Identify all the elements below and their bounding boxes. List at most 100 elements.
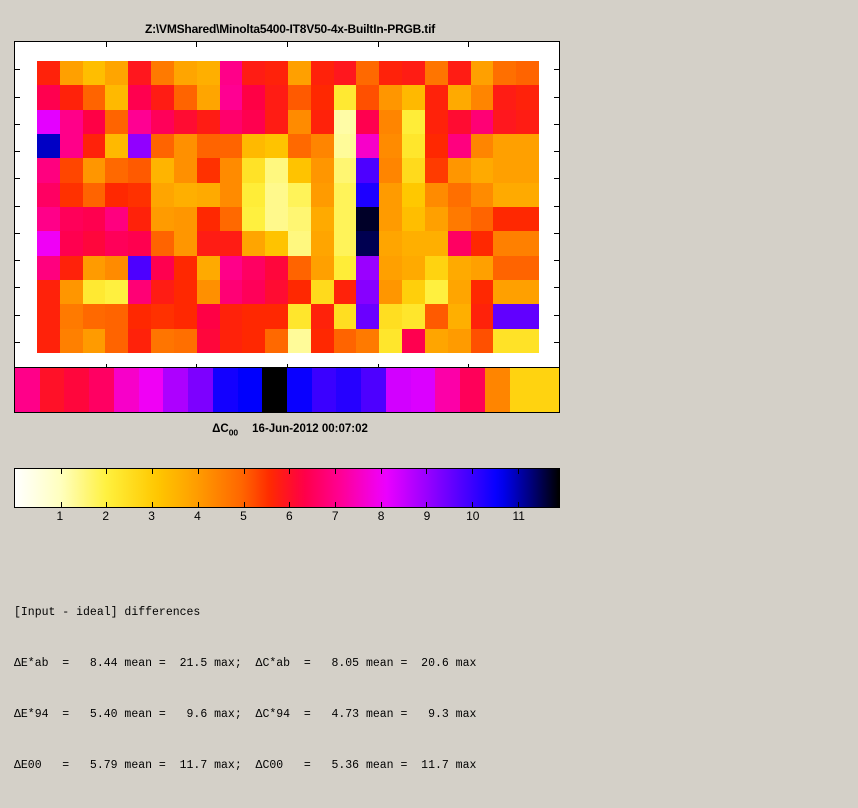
patch-cell[interactable] [288,182,311,207]
patch-cell[interactable] [424,304,448,329]
patch-cell[interactable] [82,158,106,183]
patch-cell[interactable] [379,182,403,207]
patch-cell[interactable] [242,280,266,305]
patch-cell[interactable] [219,231,243,256]
patch-cell[interactable] [173,304,197,329]
patch-cell[interactable] [196,182,220,207]
patch-cell[interactable] [470,231,494,256]
patch-cell[interactable] [424,109,448,134]
patch-cell[interactable] [493,280,517,305]
patch-cell[interactable] [516,158,539,183]
patch-cell[interactable] [402,231,425,256]
patch-cell[interactable] [265,182,288,207]
patch-cell[interactable] [288,109,311,134]
patch-cell[interactable] [470,328,494,353]
patch-cell[interactable] [402,61,425,86]
patch-cell[interactable] [219,304,243,329]
patch-cell[interactable] [333,109,357,134]
patch-cell[interactable] [310,109,334,134]
patch-cell[interactable] [59,182,83,207]
patch-cell[interactable] [447,109,471,134]
patch-cell[interactable] [37,182,60,207]
patch-cell[interactable] [310,134,334,159]
patch-cell[interactable] [379,158,403,183]
patch-cell[interactable] [265,207,288,232]
patch-cell[interactable] [37,207,60,232]
patch-cell[interactable] [310,61,334,86]
patch-cell[interactable] [493,134,517,159]
patch-cell[interactable] [379,231,403,256]
patch-cell[interactable] [516,304,539,329]
patch-cell[interactable] [333,304,357,329]
patch-cell[interactable] [242,328,266,353]
patch-cell[interactable] [59,134,83,159]
patch-cell[interactable] [265,255,288,280]
patch-cell[interactable] [447,158,471,183]
patch-cell[interactable] [333,85,357,110]
patch-cell[interactable] [424,255,448,280]
patch-cell[interactable] [424,328,448,353]
patch-cell[interactable] [196,280,220,305]
patch-cell[interactable] [242,182,266,207]
main-pseudocolor-axes[interactable] [14,41,560,370]
patch-cell[interactable] [196,207,220,232]
patch-cell[interactable] [82,109,106,134]
patch-cell[interactable] [493,61,517,86]
patch-cell[interactable] [424,134,448,159]
patch-cell[interactable] [151,109,174,134]
patch-cell[interactable] [356,231,380,256]
patch-cell[interactable] [196,85,220,110]
patch-cell[interactable] [265,85,288,110]
patch-cell[interactable] [356,182,380,207]
patch-cell[interactable] [59,328,83,353]
patch-cell[interactable] [37,61,60,86]
patch-cell[interactable] [288,134,311,159]
patch-cell[interactable] [173,61,197,86]
patch-cell[interactable] [173,158,197,183]
patch-cell[interactable] [105,61,129,86]
patch-cell[interactable] [402,328,425,353]
patch-cell[interactable] [424,61,448,86]
patch-cell[interactable] [333,280,357,305]
patch-cell[interactable] [288,85,311,110]
patch-cell[interactable] [82,207,106,232]
patch-cell[interactable] [379,304,403,329]
patch-cell[interactable] [447,61,471,86]
patch-cell[interactable] [128,280,152,305]
patch-cell[interactable] [356,61,380,86]
patch-cell[interactable] [82,85,106,110]
patch-cell[interactable] [173,182,197,207]
patch-cell[interactable] [128,158,152,183]
patch-cell[interactable] [37,109,60,134]
patch-cell[interactable] [379,255,403,280]
patch-cell[interactable] [402,182,425,207]
patch-cell[interactable] [151,61,174,86]
patch-cell[interactable] [447,85,471,110]
patch-cell[interactable] [356,328,380,353]
patch-cell[interactable] [196,328,220,353]
patch-cell[interactable] [173,280,197,305]
patch-cell[interactable] [470,158,494,183]
patch-cell[interactable] [447,328,471,353]
patch-cell[interactable] [356,134,380,159]
patch-cell[interactable] [447,304,471,329]
patch-cell[interactable] [242,85,266,110]
patch-cell[interactable] [242,207,266,232]
patch-cell[interactable] [333,328,357,353]
patch-cell[interactable] [288,328,311,353]
patch-cell[interactable] [82,182,106,207]
patch-cell[interactable] [333,182,357,207]
patch-cell[interactable] [265,328,288,353]
patch-cell[interactable] [265,134,288,159]
patch-cell[interactable] [82,304,106,329]
patch-cell[interactable] [219,109,243,134]
patch-cell[interactable] [105,182,129,207]
patch-cell[interactable] [265,61,288,86]
patch-cell[interactable] [196,134,220,159]
patch-cell[interactable] [470,182,494,207]
patch-cell[interactable] [242,304,266,329]
patch-cell[interactable] [288,207,311,232]
patch-cell[interactable] [310,158,334,183]
patch-cell[interactable] [333,255,357,280]
patch-cell[interactable] [151,85,174,110]
